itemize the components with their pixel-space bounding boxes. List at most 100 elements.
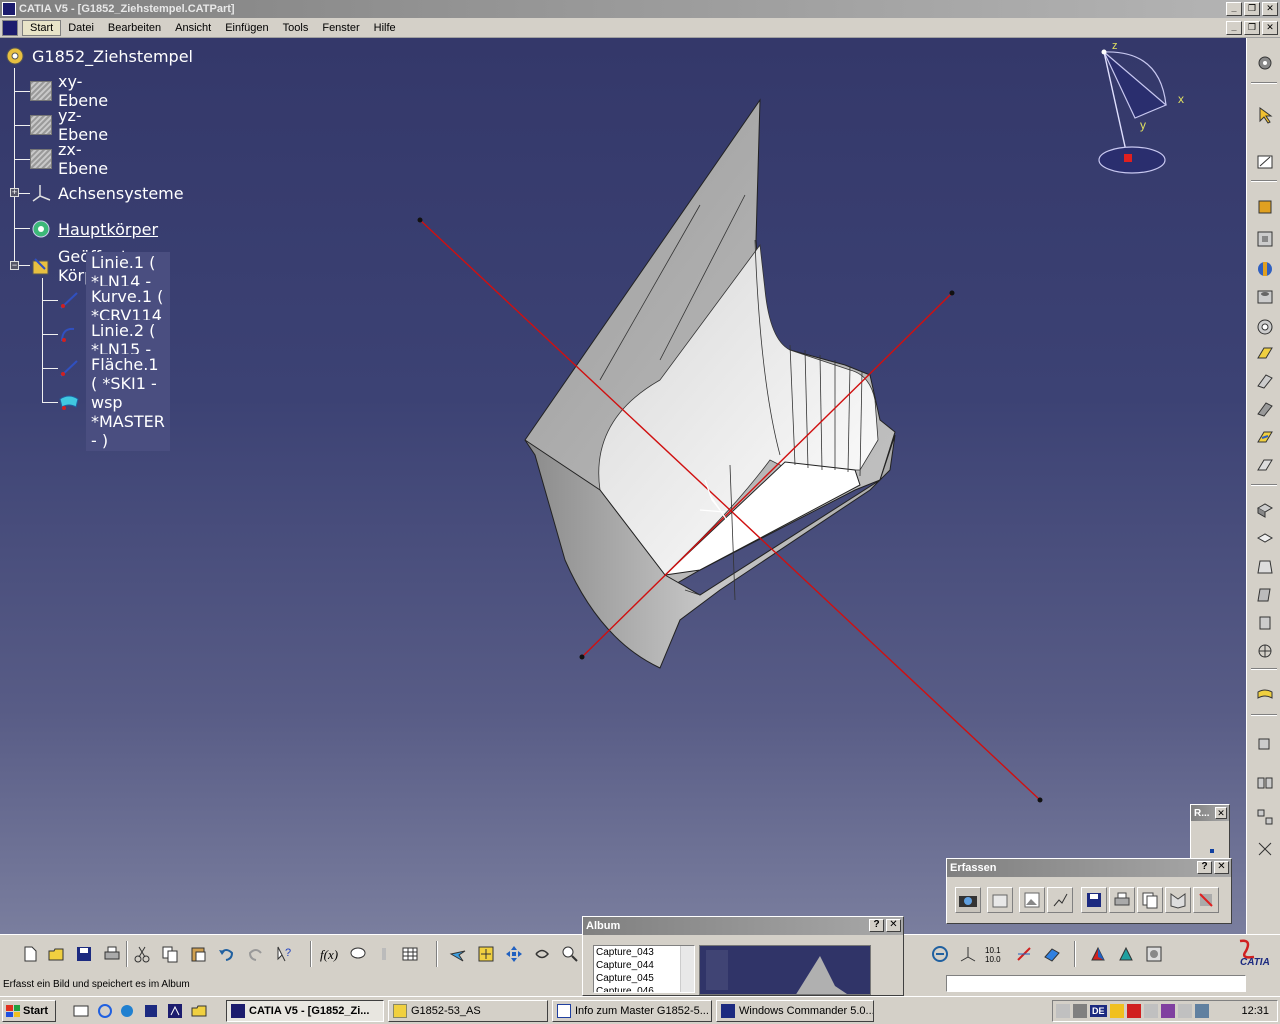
menu-tools[interactable]: Tools — [276, 21, 316, 35]
print-icon[interactable] — [100, 943, 124, 965]
album-thumbnail[interactable] — [699, 945, 871, 995]
command-input[interactable] — [946, 975, 1246, 992]
task-folder[interactable]: G1852-53_AS — [388, 1000, 548, 1022]
translate-icon[interactable] — [1254, 732, 1276, 754]
album-item[interactable]: Capture_046 — [594, 985, 694, 992]
achsensysteme-expander[interactable]: + — [10, 188, 19, 197]
tree-item-yz-plane[interactable]: yz-Ebene — [30, 106, 108, 144]
tree-item-zx-plane[interactable]: zx-Ebene — [30, 140, 108, 178]
doc-close-button[interactable]: ✕ — [1262, 21, 1278, 35]
slot-icon[interactable] — [1254, 370, 1276, 392]
3d-viewport[interactable]: + − G1852_Ziehstempel xy-Ebene yz-Ebene … — [0, 38, 1246, 934]
shaft-icon[interactable] — [1254, 258, 1276, 280]
rib-icon[interactable] — [1254, 342, 1276, 364]
groove-icon[interactable] — [1254, 316, 1276, 338]
fit-all-icon[interactable] — [474, 943, 498, 965]
shell-icon[interactable] — [1254, 584, 1276, 606]
album-scrollbar[interactable] — [680, 946, 694, 992]
tray-monitor-icon[interactable] — [1143, 1004, 1158, 1018]
outlook-icon[interactable] — [118, 1002, 136, 1020]
tray-app-icon[interactable] — [1109, 1004, 1124, 1018]
network-icon[interactable] — [1073, 1004, 1087, 1018]
menu-ansicht[interactable]: Ansicht — [168, 21, 218, 35]
capture-chart-icon[interactable] — [1047, 887, 1073, 913]
loft-icon[interactable] — [1254, 426, 1276, 448]
formula-icon[interactable]: f(x) — [318, 943, 342, 965]
cut-icon[interactable] — [130, 943, 154, 965]
scale-icon[interactable] — [1254, 838, 1276, 860]
erfassen-close-button[interactable]: ✕ — [1214, 861, 1229, 874]
zoom-icon[interactable] — [558, 943, 582, 965]
swap-visible-icon[interactable] — [1142, 943, 1166, 965]
tray-shield-icon[interactable] — [1194, 1004, 1209, 1018]
thickness-icon[interactable] — [1254, 612, 1276, 634]
album-close-button[interactable]: ✕ — [886, 919, 901, 932]
remove-loft-icon[interactable] — [1254, 454, 1276, 476]
mirror-icon[interactable] — [1254, 772, 1276, 794]
ati-icon[interactable] — [1126, 1004, 1141, 1018]
clock[interactable]: 12:31 — [1241, 1005, 1269, 1017]
measure-icon[interactable]: 10.1 10.0 — [984, 943, 1008, 965]
capture-delete-icon[interactable] — [1193, 887, 1219, 913]
chamfer-icon[interactable] — [1254, 528, 1276, 550]
knowledge-icon[interactable] — [372, 943, 396, 965]
comment-icon[interactable] — [346, 943, 370, 965]
tree-item-main-body[interactable]: Hauptkörper — [30, 216, 158, 242]
hole-icon[interactable] — [1254, 286, 1276, 308]
erfassen-toolbar[interactable]: Erfassen ? ✕ — [946, 858, 1232, 924]
capture-options-icon[interactable] — [987, 887, 1013, 913]
open-body-expander[interactable]: − — [10, 261, 19, 270]
capture-image-icon[interactable] — [1019, 887, 1045, 913]
capture-copy-icon[interactable] — [1137, 887, 1163, 913]
menu-start[interactable]: Start — [22, 19, 62, 36]
doc-restore-button[interactable]: ❐ — [1244, 21, 1260, 35]
thread-icon[interactable] — [1254, 640, 1276, 662]
view-axis-icon[interactable] — [956, 943, 980, 965]
album-item[interactable]: Capture_044 — [594, 959, 694, 972]
task-windows-commander[interactable]: Windows Commander 5.0... — [716, 1000, 874, 1022]
minimize-button[interactable]: _ — [1226, 2, 1242, 16]
tree-item-axis-systems[interactable]: Achsensysteme — [30, 180, 184, 206]
menu-bearbeiten[interactable]: Bearbeiten — [101, 21, 168, 35]
sketch-icon[interactable] — [1254, 150, 1276, 172]
album-item[interactable]: Capture_043 — [594, 946, 694, 959]
select-arrow-icon[interactable] — [1254, 104, 1276, 126]
redo-icon[interactable] — [244, 943, 268, 965]
pad-icon[interactable] — [1254, 196, 1276, 218]
doc-minimize-button[interactable]: _ — [1226, 21, 1242, 35]
table-icon[interactable] — [398, 943, 422, 965]
title-bar[interactable]: CATIA V5 - [G1852_Ziehstempel.CATPart] _… — [0, 0, 1280, 18]
fly-mode-icon[interactable] — [446, 943, 470, 965]
task-catia[interactable]: CATIA V5 - [G1852_Zi... — [226, 1000, 384, 1022]
catia-app-icon[interactable] — [2, 2, 16, 16]
normal-view-icon[interactable] — [928, 943, 952, 965]
tree-item-xy-plane[interactable]: xy-Ebene — [30, 72, 108, 110]
mini-panel[interactable]: R... ✕ — [1190, 804, 1230, 866]
mini-panel-close-button[interactable]: ✕ — [1215, 807, 1227, 819]
fillet-icon[interactable] — [1254, 498, 1276, 520]
keyboard-language-indicator[interactable]: DE — [1090, 1005, 1107, 1017]
paste-icon[interactable] — [186, 943, 210, 965]
stiffener-icon[interactable] — [1254, 398, 1276, 420]
save-icon[interactable] — [72, 943, 96, 965]
hide-show-icon[interactable] — [1114, 943, 1138, 965]
album-item[interactable]: Capture_045 — [594, 972, 694, 985]
new-file-icon[interactable] — [18, 943, 42, 965]
capture-print-icon[interactable] — [1109, 887, 1135, 913]
menu-einfuegen[interactable]: Einfügen — [218, 21, 275, 35]
open-folder-icon[interactable] — [44, 943, 68, 965]
pan-icon[interactable] — [502, 943, 526, 965]
speaker-icon[interactable] — [1056, 1004, 1070, 1018]
restore-button[interactable]: ❐ — [1244, 2, 1260, 16]
analysis-icon[interactable] — [1012, 943, 1036, 965]
shading-icon[interactable] — [1086, 943, 1110, 965]
menu-datei[interactable]: Datei — [61, 21, 101, 35]
rotate-icon[interactable] — [530, 943, 554, 965]
erfassen-help-button[interactable]: ? — [1197, 861, 1212, 874]
close-button[interactable]: ✕ — [1262, 2, 1278, 16]
capture-save-icon[interactable] — [1081, 887, 1107, 913]
album-help-button[interactable]: ? — [869, 919, 884, 932]
surface-analysis-icon[interactable] — [1040, 943, 1064, 965]
internet-explorer-icon[interactable] — [96, 1002, 114, 1020]
menu-hilfe[interactable]: Hilfe — [367, 21, 403, 35]
